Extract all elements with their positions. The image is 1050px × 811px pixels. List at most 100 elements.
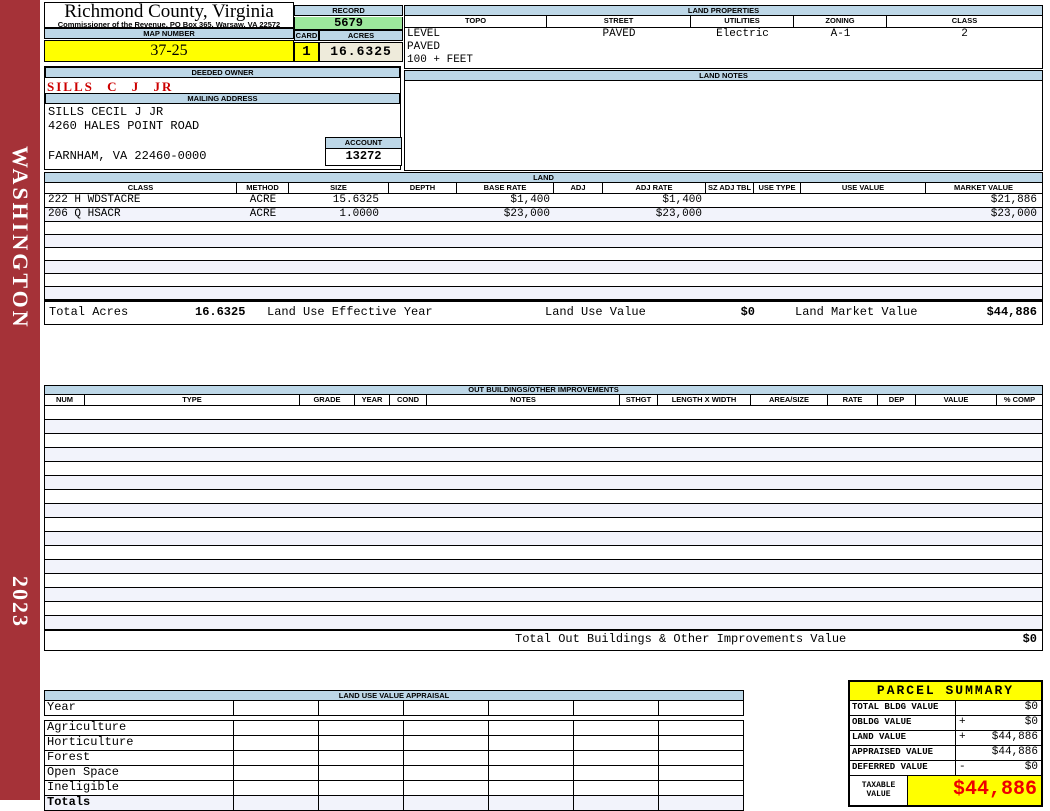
zoning-value: A-1 bbox=[830, 28, 851, 40]
column-header: CLASS bbox=[45, 183, 237, 193]
table-row bbox=[44, 588, 1043, 602]
out-buildings-empty-rows bbox=[44, 406, 1043, 630]
table-row bbox=[44, 235, 1043, 248]
mailing-address-label: MAILING ADDRESS bbox=[45, 93, 400, 104]
column-header: MARKET VALUE bbox=[953, 183, 1014, 192]
mailing-address: SILLS CECIL J JR 4260 HALES POINT ROAD F… bbox=[48, 105, 206, 163]
taxable-value-row: TAXABLE VALUE $44,886 bbox=[850, 775, 1041, 805]
land-properties-values: LEVEL PAVED Electric A-1 2 PAVED 100 + F… bbox=[404, 28, 1043, 69]
total-acres-label: Total Acres bbox=[49, 305, 129, 319]
out-buildings-title: OUT BUILDINGS/OTHER IMPROVEMENTS bbox=[44, 385, 1043, 395]
total-acres-value: 16.6325 bbox=[195, 305, 246, 319]
column-header: LENGTH X WIDTH bbox=[658, 395, 751, 405]
table-row: Ineligible bbox=[44, 781, 744, 796]
table-row bbox=[44, 476, 1043, 490]
out-buildings-header-row: NUM TYPE GRADE YEAR COND NOTES STHGT LEN… bbox=[44, 395, 1043, 406]
table-row bbox=[44, 560, 1043, 574]
column-header: TOPO bbox=[405, 16, 547, 27]
land-properties-table: LAND PROPERTIES TOPO STREET UTILITIES ZO… bbox=[404, 5, 1043, 69]
column-header: DEPTH bbox=[389, 183, 457, 193]
class-value: 2 bbox=[961, 28, 968, 40]
table-row bbox=[44, 490, 1043, 504]
taxable-value-label: TAXABLE VALUE bbox=[850, 776, 908, 805]
land-notes-title: LAND NOTES bbox=[404, 70, 1043, 81]
county-title: Richmond County, Virginia bbox=[64, 1, 274, 22]
county-header: Richmond County, Virginia Commissioner o… bbox=[44, 2, 294, 28]
table-row bbox=[44, 434, 1043, 448]
table-row: Horticulture bbox=[44, 736, 744, 751]
land-market-value: $44,886 bbox=[986, 305, 1037, 319]
utilities-value: Electric bbox=[716, 28, 769, 40]
column-header: % COMP bbox=[1003, 395, 1036, 404]
column-header: GRADE bbox=[300, 395, 355, 405]
table-row: Totals bbox=[44, 796, 744, 811]
column-header: ADJ bbox=[554, 183, 603, 193]
table-row bbox=[44, 518, 1043, 532]
table-row bbox=[44, 406, 1043, 420]
column-header: CLASS bbox=[951, 16, 978, 25]
address-line: 4260 HALES POINT ROAD bbox=[48, 119, 200, 133]
land-header-row: CLASS METHOD SIZE DEPTH BASE RATE ADJ AD… bbox=[44, 183, 1043, 194]
column-header: RATE bbox=[828, 395, 878, 405]
table-row: DEFERRED VALUE - $0 bbox=[852, 761, 1038, 775]
table-row bbox=[44, 532, 1043, 546]
table-row: LAND VALUE + $44,886 bbox=[850, 731, 1041, 746]
column-header: METHOD bbox=[237, 183, 289, 193]
county-subtitle: Commissioner of the Revenue, PO Box 365,… bbox=[57, 20, 281, 29]
card-value: 1 bbox=[294, 42, 319, 62]
column-header: STREET bbox=[547, 16, 691, 27]
column-header: NOTES bbox=[427, 395, 620, 405]
parcel-summary-table: PARCEL SUMMARY TOTAL BLDG VALUE $0 OBLDG… bbox=[848, 680, 1043, 807]
topo-value: LEVEL bbox=[407, 28, 441, 40]
column-header: DEP bbox=[878, 395, 916, 405]
table-row bbox=[44, 287, 1043, 300]
land-table: LAND CLASS METHOD SIZE DEPTH BASE RATE A… bbox=[44, 172, 1043, 325]
taxable-value: $44,886 bbox=[952, 778, 1037, 801]
address-line: FARNHAM, VA 22460-0000 bbox=[48, 149, 207, 163]
sidebar-watermark: WASHINGTON bbox=[8, 146, 33, 330]
total-acres-row: Total Acres 16.6325 Land Use Effective Y… bbox=[44, 300, 1043, 325]
column-header: ADJ RATE bbox=[603, 183, 706, 193]
land-empty-rows bbox=[44, 222, 1043, 300]
column-header: COND bbox=[390, 395, 427, 405]
land-use-value: $0 bbox=[740, 305, 755, 319]
column-header: TYPE bbox=[85, 395, 300, 405]
table-row: 222 H WDSTACRE ACRE 15.6325 $1,400 $1,40… bbox=[44, 194, 1043, 208]
sidebar-year: 2023 bbox=[8, 576, 33, 628]
effective-year-label: Land Use Effective Year bbox=[267, 305, 433, 319]
record-value: 5679 bbox=[294, 17, 403, 30]
table-row bbox=[44, 222, 1043, 235]
owner-panel: DEEDED OWNER SILLS C J JR MAILING ADDRES… bbox=[44, 66, 402, 170]
land-market-value-label: Land Market Value bbox=[795, 305, 918, 319]
table-row bbox=[44, 274, 1043, 287]
deeded-owner-label: DEEDED OWNER bbox=[45, 67, 400, 78]
column-header: YEAR bbox=[355, 395, 390, 405]
land-title: LAND bbox=[44, 172, 1043, 183]
table-row bbox=[44, 546, 1043, 560]
table-row: Agriculture bbox=[44, 720, 744, 736]
address-line: SILLS CECIL J JR bbox=[48, 105, 164, 119]
column-header: USE TYPE bbox=[754, 183, 801, 193]
column-header: AREA/SIZE bbox=[751, 395, 828, 405]
account-value: 13272 bbox=[325, 149, 402, 166]
column-header: SIZE bbox=[289, 183, 389, 193]
out-buildings-table: OUT BUILDINGS/OTHER IMPROVEMENTS NUM TYP… bbox=[44, 385, 1043, 651]
card-label: CARD bbox=[294, 30, 319, 41]
table-row bbox=[44, 574, 1043, 588]
land-notes-panel: LAND NOTES bbox=[404, 70, 1043, 171]
land-use-value-label: Land Use Value bbox=[545, 305, 646, 319]
account-label: ACCOUNT bbox=[325, 137, 402, 149]
map-number-value: 37-25 bbox=[44, 40, 294, 62]
table-row: 206 Q HSACR ACRE 1.0000 $23,000 $23,000 … bbox=[44, 208, 1043, 222]
table-row bbox=[44, 248, 1043, 261]
table-row bbox=[44, 448, 1043, 462]
table-row bbox=[44, 616, 1043, 630]
land-use-appraisal-table: LAND USE VALUE APPRAISAL Year Agricultur… bbox=[44, 690, 744, 811]
street-value: PAVED bbox=[602, 28, 636, 40]
land-notes-body bbox=[404, 81, 1043, 171]
land-properties-header-row: TOPO STREET UTILITIES ZONING CLASS bbox=[404, 16, 1043, 28]
acres-value: 16.6325 bbox=[319, 42, 403, 62]
column-header: UTILITIES bbox=[691, 16, 794, 27]
out-buildings-total-label: Total Out Buildings & Other Improvements… bbox=[515, 632, 847, 646]
table-row bbox=[44, 420, 1043, 434]
